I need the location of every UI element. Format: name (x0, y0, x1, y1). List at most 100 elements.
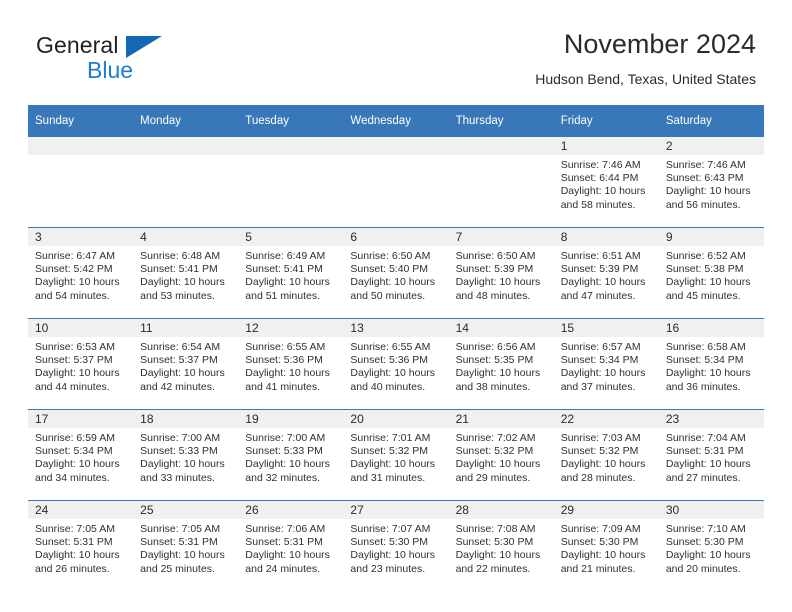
day-sun-info: Sunrise: 7:04 AM Sunset: 5:31 PM Daylight:… (659, 428, 764, 485)
calendar-day-cell[interactable]: 20 Sunrise: 7:01 AM Sunset: 5:32 PM Dayligh… (343, 409, 449, 501)
calendar-day-cell[interactable]: 11 Sunrise: 6:54 AM Sunset: 5:37 PM Dayligh… (133, 318, 239, 410)
sunset-time: Sunset: 5:34 PM (560, 354, 639, 367)
day-sun-info: Sunrise: 7:46 AM Sunset: 6:43 PM Daylight:… (659, 155, 764, 212)
calendar-day-cell[interactable]: 8 Sunrise: 6:51 AM Sunset: 5:39 PM Daylight… (553, 227, 659, 319)
sunrise-time: Sunrise: 7:01 AM (350, 432, 431, 444)
daylight-duration-line1: Daylight: 10 hours (560, 185, 646, 198)
title-block: November 2024 Hudson Bend, Texas, United… (236, 28, 756, 88)
sunrise-time: Sunrise: 7:05 AM (140, 523, 221, 535)
weekday-header-row: Sunday Monday Tuesday Wednesday Thursday… (28, 105, 764, 137)
calendar-day-cell[interactable]: 10 Sunrise: 6:53 AM Sunset: 5:37 PM Dayligh… (28, 318, 134, 410)
calendar-day-cell[interactable]: 27 Sunrise: 7:07 AM Sunset: 5:30 PM Dayligh… (343, 500, 449, 591)
day-box: 30 Sunrise: 7:10 AM Sunset: 5:30 PM Dayligh… (658, 501, 764, 591)
sunrise-time: Sunrise: 6:57 AM (560, 341, 641, 353)
sunset-time: Sunset: 5:31 PM (245, 536, 323, 549)
daylight-duration-line2: and 47 minutes. (560, 289, 636, 302)
sunrise-time: Sunrise: 7:00 AM (245, 432, 326, 444)
day-box: 26 Sunrise: 7:06 AM Sunset: 5:31 PM Dayligh… (238, 501, 344, 591)
daylight-duration-line2: and 31 minutes. (350, 471, 426, 484)
sunset-time: Sunset: 5:40 PM (350, 263, 429, 276)
calendar-week-row: 24 Sunrise: 7:05 AM Sunset: 5:31 PM Dayligh… (28, 500, 764, 591)
day-number: 10 (28, 319, 134, 337)
day-sun-info: Sunrise: 6:50 AM Sunset: 5:40 PM Daylight:… (343, 246, 448, 303)
calendar-day-cell-empty (28, 137, 134, 228)
sunset-time: Sunset: 5:31 PM (35, 536, 113, 549)
day-number: 5 (238, 228, 344, 246)
calendar-day-cell[interactable]: 28 Sunrise: 7:08 AM Sunset: 5:30 PM Dayligh… (448, 500, 554, 591)
calendar-page: General Blue November 2024 Hudson Bend, … (0, 0, 792, 612)
sunset-time: Sunset: 5:42 PM (35, 263, 113, 276)
daylight-duration-line2: and 58 minutes. (560, 198, 636, 211)
sunset-time: Sunset: 6:44 PM (560, 172, 639, 185)
day-box: 28 Sunrise: 7:08 AM Sunset: 5:30 PM Dayligh… (448, 501, 554, 591)
sunrise-time: Sunrise: 7:09 AM (560, 523, 641, 535)
day-box: 4 Sunrise: 6:48 AM Sunset: 5:41 PM Daylight… (133, 228, 239, 318)
daylight-duration-line2: and 33 minutes. (140, 471, 215, 484)
day-number: 21 (448, 410, 554, 428)
daylight-duration-line1: Daylight: 10 hours (350, 276, 436, 289)
daylight-duration-line2: and 27 minutes. (665, 471, 741, 484)
calendar-day-cell[interactable]: 17 Sunrise: 6:59 AM Sunset: 5:34 PM Dayligh… (28, 409, 134, 501)
daylight-duration-line2: and 26 minutes. (35, 562, 110, 575)
day-box: 12 Sunrise: 6:55 AM Sunset: 5:36 PM Dayligh… (238, 319, 344, 409)
calendar-day-cell[interactable]: 6 Sunrise: 6:50 AM Sunset: 5:40 PM Daylight… (343, 227, 449, 319)
daylight-duration-line1: Daylight: 10 hours (245, 367, 330, 380)
generalblue-logo[interactable]: General Blue (36, 32, 216, 84)
calendar-day-cell[interactable]: 16 Sunrise: 6:58 AM Sunset: 5:34 PM Dayligh… (658, 318, 764, 410)
day-sun-info: Sunrise: 7:05 AM Sunset: 5:31 PM Daylight:… (133, 519, 238, 576)
calendar-header-row-group: Sunday Monday Tuesday Wednesday Thursday… (28, 105, 764, 137)
calendar-day-cell[interactable]: 1 Sunrise: 7:46 AM Sunset: 6:44 PM Daylight… (553, 137, 659, 228)
sunset-time: Sunset: 5:32 PM (350, 445, 429, 458)
day-sun-info: Sunrise: 7:10 AM Sunset: 5:30 PM Daylight:… (659, 519, 764, 576)
day-box: 17 Sunrise: 6:59 AM Sunset: 5:34 PM Dayligh… (28, 410, 134, 500)
calendar-day-cell-empty (238, 137, 344, 228)
day-box: 14 Sunrise: 6:56 AM Sunset: 5:35 PM Dayligh… (448, 319, 554, 409)
calendar-day-cell[interactable]: 26 Sunrise: 7:06 AM Sunset: 5:31 PM Dayligh… (238, 500, 344, 591)
sunset-time: Sunset: 5:33 PM (245, 445, 323, 458)
calendar-day-cell[interactable]: 3 Sunrise: 6:47 AM Sunset: 5:42 PM Daylight… (28, 227, 134, 319)
day-sun-info: Sunrise: 7:02 AM Sunset: 5:32 PM Daylight:… (449, 428, 554, 485)
weekday-header-thursday: Thursday (448, 105, 554, 137)
calendar-week-row: 10 Sunrise: 6:53 AM Sunset: 5:37 PM Dayligh… (28, 318, 764, 410)
sunset-time: Sunset: 5:30 PM (350, 536, 429, 549)
daylight-duration-line2: and 40 minutes. (350, 380, 426, 393)
calendar-day-cell[interactable]: 19 Sunrise: 7:00 AM Sunset: 5:33 PM Dayligh… (238, 409, 344, 501)
calendar-day-cell-empty (343, 137, 449, 228)
calendar-day-cell[interactable]: 2 Sunrise: 7:46 AM Sunset: 6:43 PM Daylight… (658, 137, 764, 228)
calendar-day-cell[interactable]: 14 Sunrise: 6:56 AM Sunset: 5:35 PM Dayligh… (448, 318, 554, 410)
calendar-day-cell[interactable]: 12 Sunrise: 6:55 AM Sunset: 5:36 PM Dayligh… (238, 318, 344, 410)
calendar-day-cell[interactable]: 30 Sunrise: 7:10 AM Sunset: 5:30 PM Dayligh… (658, 500, 764, 591)
calendar-day-cell[interactable]: 18 Sunrise: 7:00 AM Sunset: 5:33 PM Dayligh… (133, 409, 239, 501)
daylight-duration-line1: Daylight: 10 hours (455, 367, 541, 380)
sunrise-time: Sunrise: 6:50 AM (350, 250, 431, 262)
daylight-duration-line1: Daylight: 10 hours (665, 458, 751, 471)
calendar-day-cell[interactable]: 24 Sunrise: 7:05 AM Sunset: 5:31 PM Dayligh… (28, 500, 134, 591)
calendar-day-cell[interactable]: 21 Sunrise: 7:02 AM Sunset: 5:32 PM Dayligh… (448, 409, 554, 501)
calendar-day-cell[interactable]: 4 Sunrise: 6:48 AM Sunset: 5:41 PM Daylight… (133, 227, 239, 319)
day-sun-info (133, 155, 238, 159)
calendar-day-cell[interactable]: 29 Sunrise: 7:09 AM Sunset: 5:30 PM Dayligh… (553, 500, 659, 591)
daylight-duration-line1: Daylight: 10 hours (350, 367, 436, 380)
calendar-day-cell[interactable]: 9 Sunrise: 6:52 AM Sunset: 5:38 PM Daylight… (658, 227, 764, 319)
logo-text-general: General (36, 32, 119, 58)
sunrise-time: Sunrise: 6:55 AM (350, 341, 431, 353)
calendar-day-cell[interactable]: 25 Sunrise: 7:05 AM Sunset: 5:31 PM Dayligh… (133, 500, 239, 591)
day-number: 20 (343, 410, 449, 428)
daylight-duration-line1: Daylight: 10 hours (560, 276, 646, 289)
day-box: 5 Sunrise: 6:49 AM Sunset: 5:41 PM Daylight… (238, 228, 344, 318)
daylight-duration-line2: and 29 minutes. (455, 471, 531, 484)
day-box (343, 137, 449, 227)
calendar-day-cell[interactable]: 5 Sunrise: 6:49 AM Sunset: 5:41 PM Daylight… (238, 227, 344, 319)
calendar-day-cell[interactable]: 15 Sunrise: 6:57 AM Sunset: 5:34 PM Dayligh… (553, 318, 659, 410)
daylight-duration-line2: and 56 minutes. (665, 198, 741, 211)
daylight-duration-line1: Daylight: 10 hours (350, 458, 436, 471)
calendar-day-cell[interactable]: 23 Sunrise: 7:04 AM Sunset: 5:31 PM Dayligh… (658, 409, 764, 501)
calendar-week-row: 1 Sunrise: 7:46 AM Sunset: 6:44 PM Daylight… (28, 137, 764, 228)
daylight-duration-line2: and 25 minutes. (140, 562, 215, 575)
calendar-day-cell[interactable]: 7 Sunrise: 6:50 AM Sunset: 5:39 PM Daylight… (448, 227, 554, 319)
daylight-duration-line1: Daylight: 10 hours (455, 458, 541, 471)
day-sun-info (343, 155, 448, 159)
calendar-day-cell[interactable]: 22 Sunrise: 7:03 AM Sunset: 5:32 PM Dayligh… (553, 409, 659, 501)
calendar-day-cell[interactable]: 13 Sunrise: 6:55 AM Sunset: 5:36 PM Dayligh… (343, 318, 449, 410)
day-sun-info: Sunrise: 7:00 AM Sunset: 5:33 PM Daylight:… (133, 428, 238, 485)
